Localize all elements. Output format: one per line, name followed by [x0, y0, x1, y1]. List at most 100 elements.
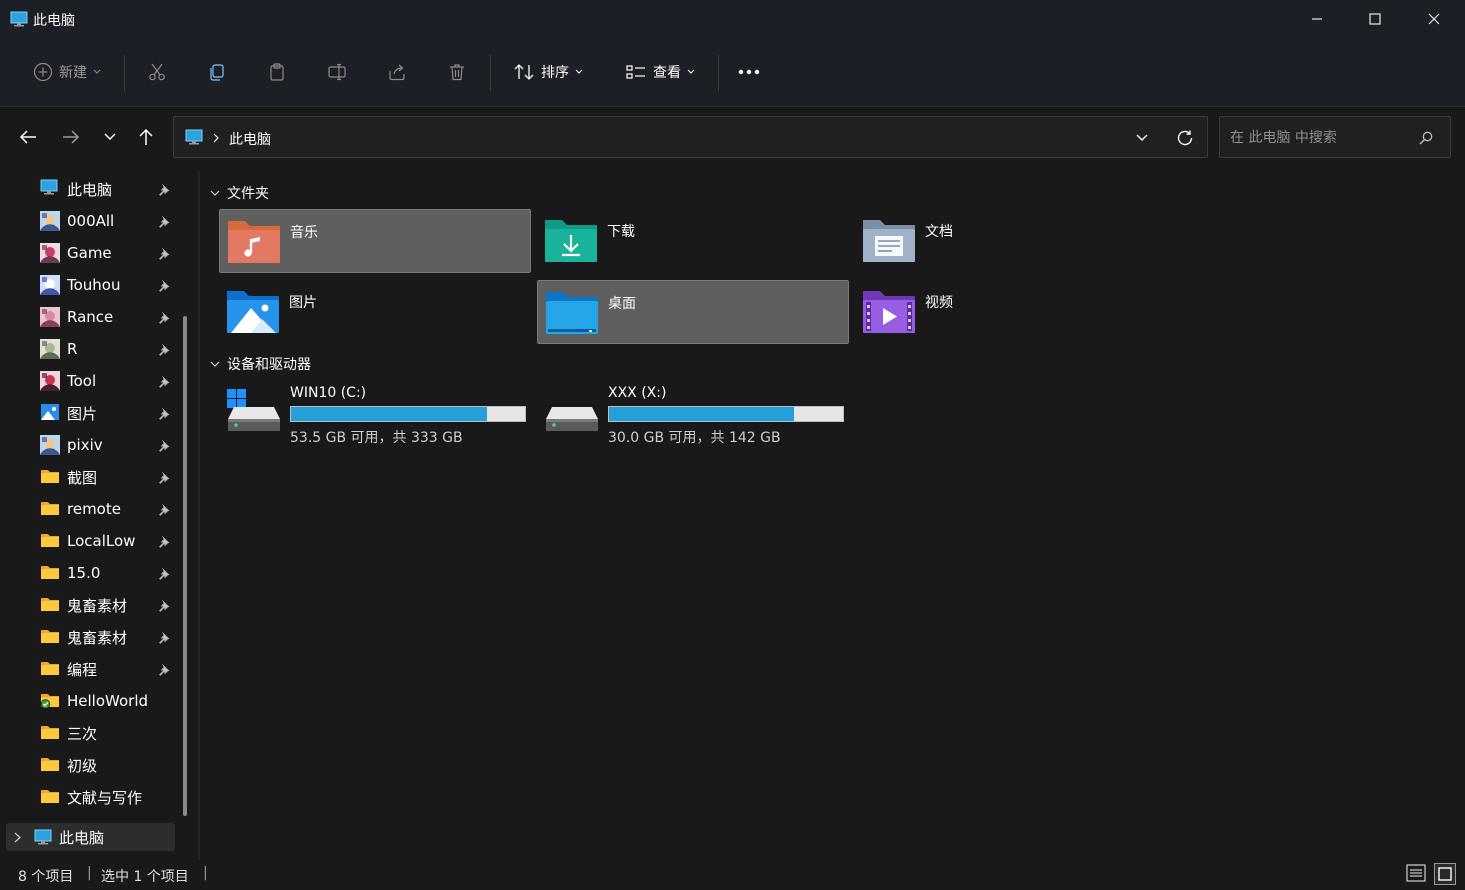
image-thumb-icon: [40, 275, 60, 295]
folder-tile-label: 视频: [925, 295, 953, 311]
copy-button[interactable]: [197, 52, 237, 92]
more-options-button[interactable]: [729, 52, 769, 92]
pin-icon: [157, 438, 171, 452]
folder-tile[interactable]: 文档: [855, 209, 1167, 273]
sidebar-item[interactable]: remote: [40, 493, 180, 525]
address-history-button[interactable]: [1129, 125, 1155, 151]
search-input[interactable]: [1228, 126, 1412, 150]
recent-locations-button[interactable]: [93, 120, 127, 154]
sidebar-item-label: 鬼畜素材: [67, 596, 128, 615]
rename-icon: [328, 63, 346, 81]
sidebar-item[interactable]: R: [40, 333, 180, 365]
arrow-left-icon: [19, 130, 36, 144]
folder-icon: [40, 723, 60, 743]
share-icon: [389, 64, 405, 81]
paste-button[interactable]: [257, 52, 297, 92]
sidebar-item[interactable]: Touhou: [40, 269, 180, 301]
sidebar-item-label: 15.0: [67, 564, 101, 582]
window-title: 此电脑: [33, 13, 75, 29]
drive-tile[interactable]: XXX (X:) 30.0 GB 可用，共 142 GB: [538, 385, 850, 449]
close-icon: [1428, 13, 1440, 25]
share-button[interactable]: [377, 52, 417, 92]
sidebar-item-label: 截图: [67, 468, 98, 487]
sort-button[interactable]: 排序: [502, 52, 594, 92]
image-thumb-icon: [40, 243, 60, 263]
forward-button[interactable]: [54, 120, 88, 154]
sidebar-item[interactable]: 15.0: [40, 557, 180, 589]
maximize-button[interactable]: [1346, 0, 1404, 38]
sidebar-item[interactable]: Game: [40, 237, 180, 269]
folder-synced-icon: [40, 691, 60, 711]
view-button[interactable]: 查看: [614, 52, 706, 92]
sidebar-item[interactable]: 编程: [40, 653, 180, 685]
details-view-icon: [1406, 864, 1426, 882]
delete-button[interactable]: [437, 52, 477, 92]
pc-icon: [34, 829, 52, 845]
folder-tile[interactable]: 桌面: [537, 280, 849, 344]
breadcrumb-this-pc[interactable]: 此电脑: [229, 129, 271, 149]
folder-tile[interactable]: 音乐: [219, 209, 531, 273]
folder-tile-label: 下载: [607, 224, 635, 240]
clipboard-icon: [270, 63, 284, 81]
sidebar-item-label: 000All: [67, 212, 115, 230]
close-button[interactable]: [1405, 0, 1463, 38]
pin-icon: [157, 406, 171, 420]
drives-section-header[interactable]: 设备和驱动器: [210, 354, 311, 374]
chevron-down-icon: [210, 361, 220, 367]
folder-tile[interactable]: 图片: [219, 280, 531, 344]
breadcrumb-chevron-icon: [213, 133, 219, 143]
pin-icon: [157, 278, 171, 292]
drive-usage-bar: [290, 406, 526, 422]
folder-tile[interactable]: 视频: [855, 280, 1167, 344]
sidebar-item[interactable]: LocalLow: [40, 525, 180, 557]
sidebar-item-label: Rance: [67, 308, 114, 326]
sidebar-item[interactable]: 鬼畜素材: [40, 589, 180, 621]
folder-tile[interactable]: 下载: [537, 209, 849, 273]
up-button[interactable]: [129, 120, 163, 154]
rename-button[interactable]: [317, 52, 357, 92]
sidebar-item[interactable]: 鬼畜素材: [40, 621, 180, 653]
details-view-button[interactable]: [1406, 864, 1428, 886]
folder-icon: [40, 467, 60, 487]
minimize-button[interactable]: [1288, 0, 1346, 38]
pin-icon: [157, 310, 171, 324]
sidebar-item-this-pc-root[interactable]: 此电脑: [6, 823, 175, 851]
desktop-folder-icon: [545, 289, 599, 335]
sidebar-item[interactable]: HelloWorld: [40, 685, 180, 717]
cut-button[interactable]: [137, 52, 177, 92]
sidebar-item[interactable]: 此电脑: [40, 173, 180, 205]
documents-folder-icon: [862, 217, 916, 263]
drive-usage-bar: [608, 406, 844, 422]
tiles-view-button[interactable]: [1434, 863, 1456, 885]
folder-tile-label: 桌面: [608, 296, 636, 312]
sidebar-item-label: 编程: [67, 660, 98, 679]
sidebar-item[interactable]: 000All: [40, 205, 180, 237]
pin-icon: [157, 566, 171, 580]
new-button[interactable]: 新建: [22, 52, 112, 92]
sidebar-item[interactable]: 三次: [40, 717, 180, 749]
refresh-button[interactable]: [1172, 125, 1198, 151]
folder-tile-label: 文档: [925, 224, 953, 240]
sidebar-item[interactable]: 文献与写作: [40, 781, 180, 813]
sidebar-item-label: 鬼畜素材: [67, 628, 128, 647]
chevron-down-icon: [93, 69, 101, 74]
sidebar-item[interactable]: 图片: [40, 397, 180, 429]
sidebar-item-label: Touhou: [67, 276, 121, 294]
back-button[interactable]: [11, 120, 45, 154]
navigation-pane-scrollbar[interactable]: [183, 316, 187, 816]
image-thumb-icon: [40, 211, 60, 231]
folder-tile-label: 音乐: [290, 225, 318, 241]
sidebar-item-label: Game: [67, 244, 112, 262]
sort-button-label: 排序: [541, 65, 569, 81]
drive-tile[interactable]: WIN10 (C:) 53.5 GB 可用，共 333 GB: [220, 385, 532, 449]
pane-divider[interactable]: [198, 170, 200, 860]
address-bar[interactable]: 此电脑: [173, 116, 1208, 158]
sidebar-item[interactable]: 初级: [40, 749, 180, 781]
sidebar-item[interactable]: Tool: [40, 365, 180, 397]
sidebar-item[interactable]: Rance: [40, 301, 180, 333]
folders-section-header[interactable]: 文件夹: [210, 183, 269, 203]
sidebar-item[interactable]: pixiv: [40, 429, 180, 461]
search-box[interactable]: [1219, 116, 1451, 158]
sidebar-item[interactable]: 截图: [40, 461, 180, 493]
pin-icon: [157, 534, 171, 548]
